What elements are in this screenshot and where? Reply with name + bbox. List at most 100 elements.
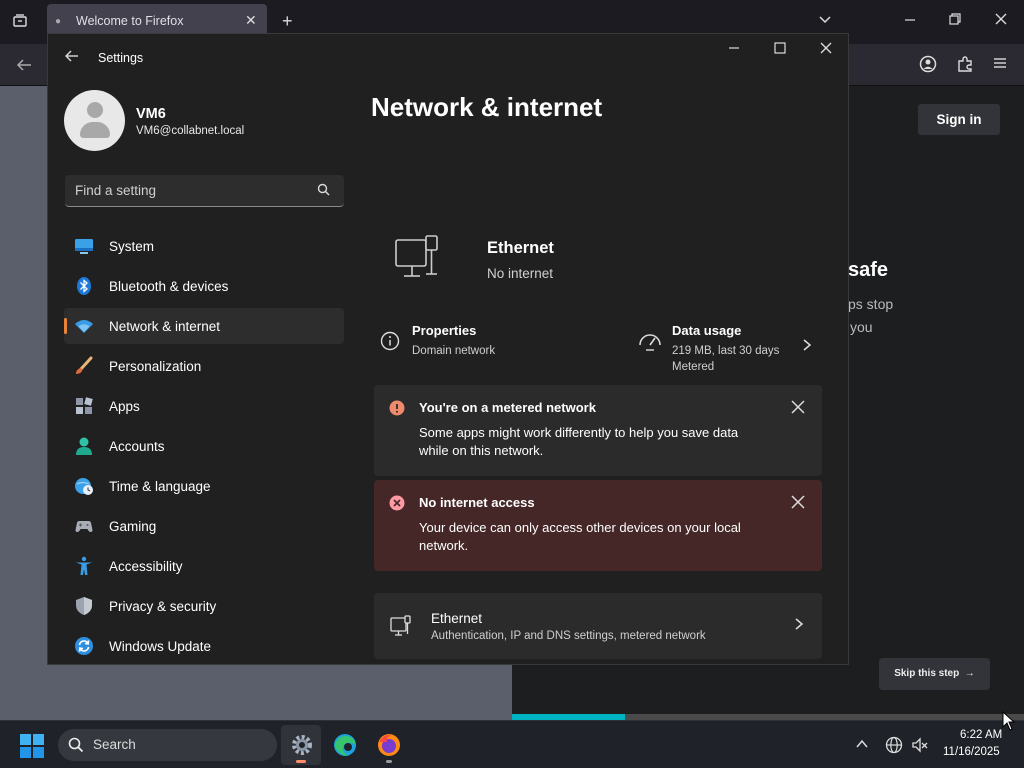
nav-item-personalization[interactable]: Personalization: [64, 348, 344, 384]
settings-window: Settings VM6 VM6@collabnet.local System: [47, 33, 849, 665]
windows-start-icon[interactable]: [20, 734, 44, 758]
data-usage-metered: Metered: [672, 361, 715, 373]
settings-nav: System Bluetooth & devices Network & int…: [64, 228, 344, 664]
chevron-up-icon[interactable]: [854, 736, 872, 754]
close-icon[interactable]: [789, 493, 807, 511]
tab-close-icon[interactable]: ✕: [245, 12, 257, 29]
network-globe-icon[interactable]: [885, 736, 903, 754]
update-icon: [74, 636, 94, 656]
firefox-text-line: you: [850, 319, 873, 335]
ethernet-card-subtitle: Authentication, IP and DNS settings, met…: [431, 630, 706, 642]
nav-item-accounts[interactable]: Accounts: [64, 428, 344, 464]
clock-date[interactable]: 11/16/2025: [943, 746, 1000, 758]
taskbar-edge-app[interactable]: [325, 725, 365, 765]
avatar-body: [80, 122, 110, 138]
ethernet-settings-card[interactable]: Ethernet Authentication, IP and DNS sett…: [374, 593, 822, 659]
running-indicator: [386, 760, 392, 763]
close-icon[interactable]: [819, 40, 833, 57]
nav-item-label: Privacy & security: [109, 599, 217, 614]
ethernet-monitor-icon: [394, 234, 442, 282]
ethernet-status: No internet: [487, 266, 554, 281]
avatar[interactable]: [64, 90, 125, 151]
minimize-icon[interactable]: [727, 40, 741, 57]
edge-icon: [333, 733, 357, 762]
firefox-text-line: ps stop: [848, 296, 894, 312]
banner-text: Some apps might work differently to help…: [419, 425, 739, 458]
find-setting-box[interactable]: [65, 175, 344, 207]
chevron-down-icon[interactable]: [818, 12, 832, 29]
back-icon[interactable]: [16, 57, 32, 76]
data-usage-link[interactable]: Data usage: [672, 323, 741, 338]
volume-muted-icon[interactable]: [911, 736, 929, 754]
nav-item-privacy-security[interactable]: Privacy & security: [64, 588, 344, 624]
sign-in-button[interactable]: Sign in: [918, 104, 1000, 135]
clock-time[interactable]: 6:22 AM: [960, 729, 1002, 741]
minimize-icon[interactable]: [903, 12, 917, 29]
mouse-cursor-icon: [1002, 710, 1016, 736]
active-indicator: [296, 760, 306, 763]
firefox-heading: safe: [848, 259, 889, 281]
bluetooth-icon: [74, 276, 94, 296]
close-icon[interactable]: [789, 398, 807, 416]
tab-title: Welcome to Firefox: [76, 14, 184, 28]
nav-item-label: Network & internet: [109, 319, 221, 334]
globe-clock-icon: [74, 476, 94, 496]
maximize-icon[interactable]: [773, 40, 787, 57]
ethernet-title: Ethernet: [487, 239, 554, 257]
banner-title: No internet access: [419, 495, 535, 510]
arrow-right-icon: →: [962, 668, 975, 679]
nav-item-label: Bluetooth & devices: [109, 279, 229, 294]
info-icon: [380, 331, 400, 351]
back-arrow-icon[interactable]: [64, 48, 80, 68]
search-icon[interactable]: [316, 182, 332, 198]
taskbar-search[interactable]: Search: [58, 729, 277, 761]
skip-step-label: Skip this step: [894, 668, 960, 679]
nav-item-label: Personalization: [109, 359, 202, 374]
nav-item-label: System: [109, 239, 155, 254]
new-tab-icon[interactable]: +: [282, 11, 293, 32]
nav-item-label: Time & language: [109, 479, 211, 494]
nav-item-label: Gaming: [109, 519, 157, 534]
taskbar: Search 6:22 AM 11/16/2025: [0, 720, 1024, 768]
nav-item-network[interactable]: Network & internet: [64, 308, 344, 344]
taskbar-settings-app[interactable]: [281, 725, 321, 765]
nav-item-system[interactable]: System: [64, 228, 344, 264]
find-setting-input[interactable]: [75, 175, 315, 206]
ethernet-icon: [390, 615, 412, 637]
data-usage-amount: 219 MB, last 30 days: [672, 345, 780, 357]
menu-icon[interactable]: [992, 55, 1008, 74]
apps-icon: [74, 396, 94, 416]
nav-item-label: Accounts: [109, 439, 165, 454]
wifi-icon: [74, 316, 94, 336]
settings-titlebar: Settings: [48, 34, 848, 82]
nav-item-apps[interactable]: Apps: [64, 388, 344, 424]
tab-list-icon[interactable]: [12, 13, 28, 32]
chevron-right-icon[interactable]: [802, 338, 812, 355]
window-title: Settings: [98, 51, 144, 65]
close-icon[interactable]: [994, 12, 1008, 29]
extensions-icon[interactable]: [956, 55, 974, 76]
chevron-right-icon: [794, 617, 804, 634]
taskbar-firefox-app[interactable]: [369, 725, 409, 765]
search-icon: [68, 737, 84, 753]
nav-item-label: Accessibility: [109, 559, 183, 574]
warning-info-icon: [389, 400, 405, 416]
skip-step-button[interactable]: Skip this step →: [879, 658, 990, 690]
avatar-head: [87, 102, 103, 118]
nav-item-windows-update[interactable]: Windows Update: [64, 628, 344, 664]
banner-text: Your device can only access other device…: [419, 520, 741, 553]
metered-network-banner: You're on a metered network Some apps mi…: [374, 385, 822, 476]
nav-item-gaming[interactable]: Gaming: [64, 508, 344, 544]
shield-icon: [74, 596, 94, 616]
accessibility-icon: [74, 556, 94, 576]
nav-item-bluetooth[interactable]: Bluetooth & devices: [64, 268, 344, 304]
no-internet-banner: No internet access Your device can only …: [374, 480, 822, 571]
restore-icon[interactable]: [948, 12, 962, 29]
taskbar-search-label: Search: [93, 737, 136, 752]
account-icon[interactable]: [919, 55, 937, 76]
nav-item-accessibility[interactable]: Accessibility: [64, 548, 344, 584]
nav-item-time-language[interactable]: Time & language: [64, 468, 344, 504]
brush-icon: [74, 356, 94, 376]
nav-item-label: Apps: [109, 399, 140, 414]
properties-link[interactable]: Properties: [412, 323, 476, 338]
